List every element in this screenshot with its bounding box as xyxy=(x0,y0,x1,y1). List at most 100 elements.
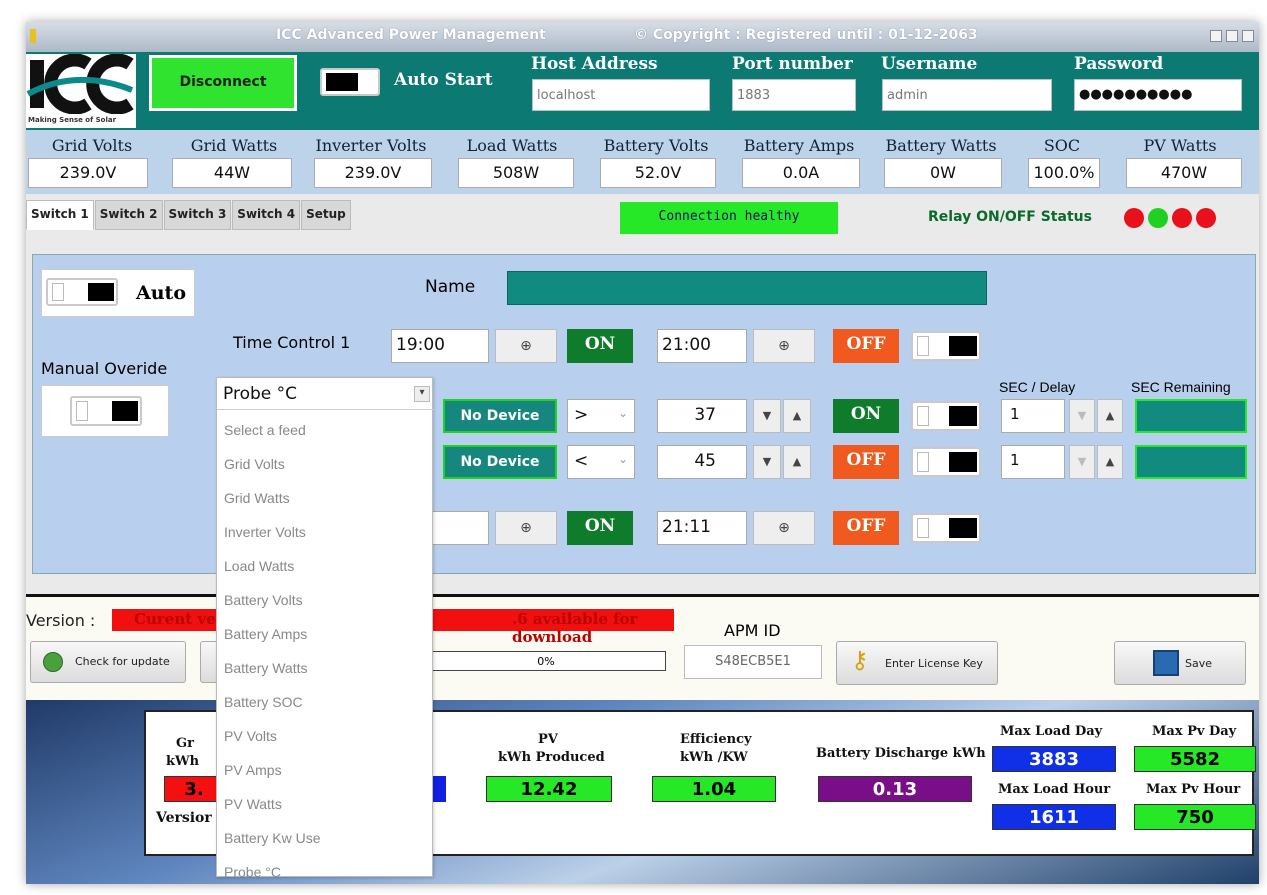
metric-label: Inverter Volts xyxy=(315,136,427,155)
feed-option[interactable]: PV Volts xyxy=(224,728,277,744)
maximize-icon[interactable] xyxy=(1226,30,1238,42)
host-input[interactable]: localhost xyxy=(532,79,710,111)
row3-state-button[interactable]: OFF xyxy=(833,445,899,479)
increment-button[interactable]: ▲ xyxy=(1097,445,1123,479)
tc2-on-button[interactable]: ON xyxy=(567,511,633,545)
feed-option[interactable]: PV Watts xyxy=(224,796,282,812)
logo-graphic xyxy=(26,53,134,115)
metric-value: 100.0% xyxy=(1028,158,1100,188)
port-label: Port number xyxy=(732,54,853,74)
feed-option[interactable]: Probe °C xyxy=(224,864,281,880)
disconnect-button[interactable]: Disconnect xyxy=(147,53,299,113)
footer-version-label: Versior xyxy=(156,810,212,826)
threshold-input-2[interactable]: 45 xyxy=(657,445,747,479)
feed-option[interactable]: Grid Volts xyxy=(224,456,285,472)
row3-toggle[interactable] xyxy=(911,447,981,477)
feed-option[interactable]: Battery Volts xyxy=(224,592,303,608)
feed-option[interactable]: Battery SOC xyxy=(224,694,303,710)
save-button[interactable]: Save xyxy=(1114,641,1246,685)
username-input[interactable]: admin xyxy=(882,79,1052,111)
apm-id-label: APM ID xyxy=(724,621,781,640)
minimize-icon[interactable] xyxy=(1210,30,1222,42)
tc1-toggle[interactable] xyxy=(911,331,981,361)
feed-select[interactable]: Probe °C ▾ xyxy=(217,378,434,410)
metric-value: 239.0V xyxy=(314,158,432,188)
check-update-button[interactable]: Check for update xyxy=(30,641,186,683)
sec-delay-input-2[interactable]: 1 xyxy=(1001,445,1065,479)
sec-delay-input-1[interactable]: 1 xyxy=(1001,399,1065,433)
decrement-button[interactable]: ▼ xyxy=(1069,445,1095,479)
feed-option[interactable]: Grid Watts xyxy=(224,490,290,506)
name-input[interactable] xyxy=(507,271,987,305)
tc1-end-time[interactable]: 21:00 xyxy=(657,329,747,363)
feed-option[interactable]: Battery Amps xyxy=(224,626,307,642)
increment-button[interactable]: ▲ xyxy=(783,399,811,433)
tab-switch-2[interactable]: Switch 2 xyxy=(94,200,163,230)
device-status-2: No Device xyxy=(443,445,557,479)
tab-switch-3[interactable]: Switch 3 xyxy=(163,200,232,230)
clock-icon[interactable]: ⊕ xyxy=(495,329,557,363)
save-icon xyxy=(1153,650,1179,676)
pv-label: PV xyxy=(538,732,558,747)
sec-remaining-1 xyxy=(1135,399,1247,433)
decrement-button[interactable]: ▼ xyxy=(1069,399,1095,433)
auto-label: Auto xyxy=(136,282,187,304)
row2-toggle[interactable] xyxy=(911,401,981,431)
auto-start-toggle[interactable] xyxy=(320,68,380,96)
chevron-down-icon[interactable]: ▾ xyxy=(414,386,430,402)
globe-icon xyxy=(43,652,63,672)
metric-label: Battery Volts xyxy=(603,136,709,155)
tc2-toggle[interactable] xyxy=(911,513,981,543)
max-pv-hour-value: 750 xyxy=(1134,804,1256,830)
auto-toggle[interactable] xyxy=(46,278,118,306)
feed-option[interactable]: PV Amps xyxy=(224,762,282,778)
operator-value: > xyxy=(574,405,589,425)
metric-label: Load Watts xyxy=(466,136,558,155)
metric-value: 239.0V xyxy=(28,158,148,188)
clock-icon[interactable]: ⊕ xyxy=(753,329,815,363)
download-progress: 0% xyxy=(426,651,666,671)
manual-override-toggle[interactable] xyxy=(70,396,142,426)
row2-state-button[interactable]: ON xyxy=(833,399,899,433)
feed-option[interactable]: Select a feed xyxy=(224,422,306,438)
tc1-off-button[interactable]: OFF xyxy=(833,329,899,363)
clock-icon[interactable]: ⊕ xyxy=(753,511,815,545)
tc1-start-time[interactable]: 19:00 xyxy=(391,329,489,363)
tab-switch-4[interactable]: Switch 4 xyxy=(232,200,301,230)
manual-override-label: Manual Overide xyxy=(41,359,168,378)
feed-option[interactable]: Load Watts xyxy=(224,558,294,574)
threshold-input-1[interactable]: 37 xyxy=(657,399,747,433)
feed-dropdown[interactable]: Probe °C ▾ Select a feed Grid Volts Grid… xyxy=(216,377,434,880)
clock-icon[interactable]: ⊕ xyxy=(495,511,557,545)
relay-status-label: Relay ON/OFF Status xyxy=(928,209,1092,225)
tc2-off-button[interactable]: OFF xyxy=(833,511,899,545)
tc2-end-time[interactable]: 21:11 xyxy=(657,511,747,545)
password-input[interactable]: ●●●●●●●●●● xyxy=(1074,79,1242,111)
decrement-button[interactable]: ▼ xyxy=(753,399,781,433)
feed-option[interactable]: Battery Watts xyxy=(224,660,308,676)
time-control-label: Time Control 1 xyxy=(233,333,351,352)
tc1-on-button[interactable]: ON xyxy=(567,329,633,363)
close-icon[interactable] xyxy=(1242,30,1254,42)
sec-remaining-label: SEC Remaining xyxy=(1131,379,1231,395)
increment-button[interactable]: ▲ xyxy=(1097,399,1123,433)
port-input[interactable]: 1883 xyxy=(732,79,856,111)
chevron-down-icon: ⌄ xyxy=(617,406,628,420)
tab-setup[interactable]: Setup xyxy=(301,200,351,230)
metric-value: 0W xyxy=(884,158,1002,188)
sec-delay-label: SEC / Delay xyxy=(999,379,1076,395)
tab-switch-1[interactable]: Switch 1 xyxy=(26,200,94,230)
max-pv-hour-label: Max Pv Hour xyxy=(1146,782,1241,797)
metric-label: SOC xyxy=(1043,136,1081,155)
key-icon: ⚷ xyxy=(851,646,869,674)
operator-select-1[interactable]: > ⌄ xyxy=(567,399,635,433)
operator-select-2[interactable]: < ⌄ xyxy=(567,445,635,479)
enter-license-button[interactable]: ⚷ Enter License Key xyxy=(836,641,998,685)
decrement-button[interactable]: ▼ xyxy=(753,445,781,479)
feed-option[interactable]: Inverter Volts xyxy=(224,524,306,540)
feed-option[interactable]: Battery Kw Use xyxy=(224,830,320,846)
battery-discharge-value: 0.13 xyxy=(818,776,972,802)
increment-button[interactable]: ▲ xyxy=(783,445,811,479)
metric-value: 470W xyxy=(1126,158,1242,188)
app-icon xyxy=(30,29,36,43)
